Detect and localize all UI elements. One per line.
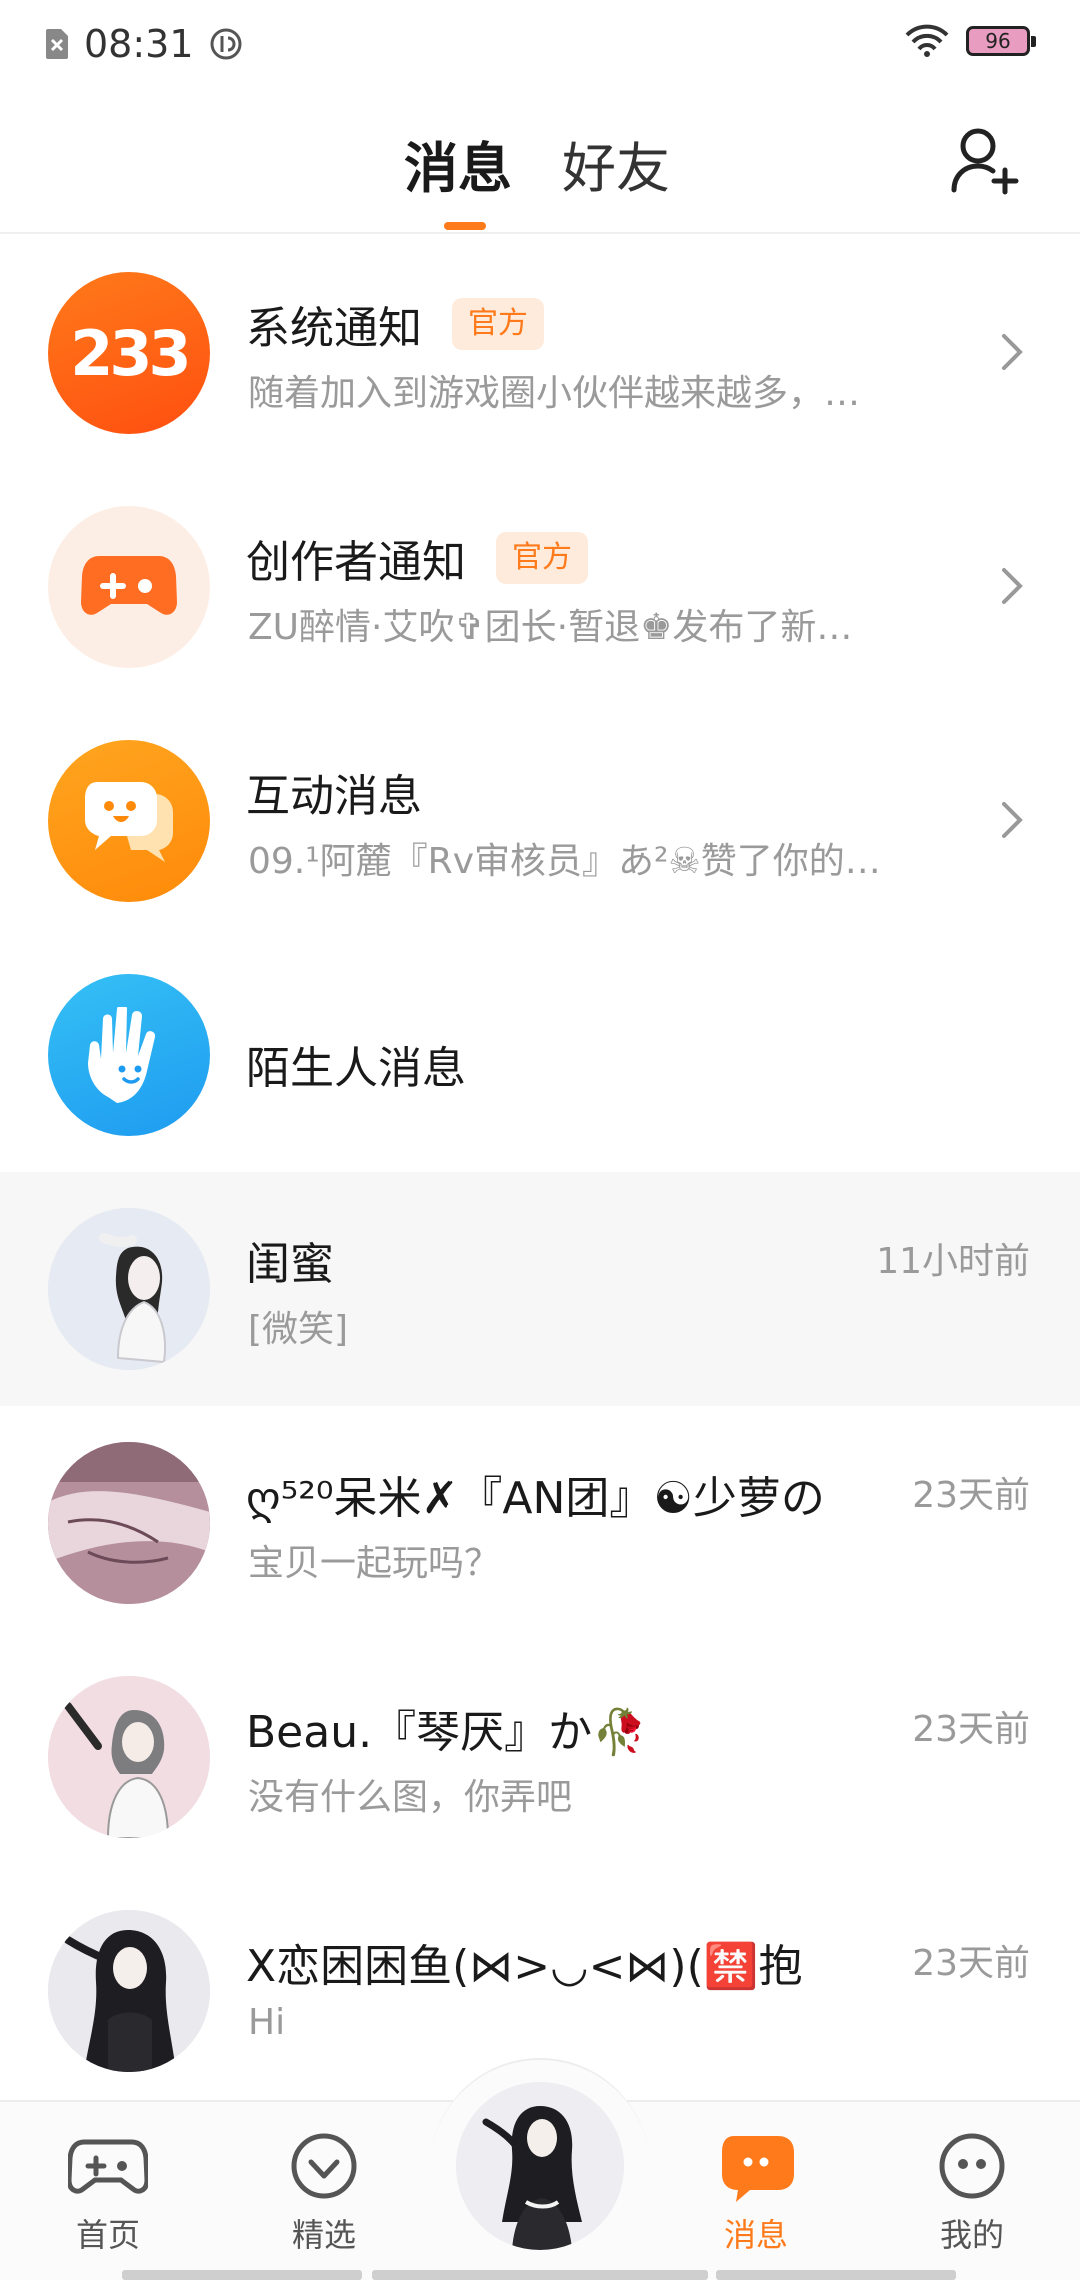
- contact-name: ღ⁵²⁰呆米✗『AN团』☯少萝の: [246, 1473, 825, 1524]
- message-preview: 没有什么图，你弄吧: [248, 1777, 573, 1818]
- message-preview: Hi: [248, 2002, 286, 2043]
- sim-off-icon: [46, 29, 68, 59]
- conversation-row[interactable]: 闺蜜 11小时前 [微笑]: [0, 1172, 1080, 1406]
- stranger-avatar: [48, 974, 210, 1136]
- row-title: 互动消息: [246, 771, 422, 822]
- creator-notice-avatar: [48, 506, 210, 668]
- data-saver-icon: [210, 28, 242, 60]
- official-badge: 官方: [496, 532, 588, 584]
- tab-friends[interactable]: 好友: [562, 124, 670, 203]
- official-badge: 官方: [452, 298, 544, 350]
- smiley-face-icon: [939, 2133, 1005, 2199]
- creator-notice-row[interactable]: 创作者通知 官方 ZU醉情·艾吹✞团长·暂退♚发布了新…: [0, 470, 1080, 704]
- nav-mine[interactable]: 我的: [902, 2132, 1042, 2256]
- contact-name: Beau.『琴厌』か🥀: [246, 1707, 647, 1758]
- message-preview: 宝贝一起玩吗？: [248, 1543, 501, 1584]
- conversation-row[interactable]: Beau.『琴厌』か🥀 23天前 没有什么图，你弄吧: [0, 1640, 1080, 1874]
- message-time: 23天前: [912, 1943, 1030, 1984]
- chevron-right-icon: [1002, 802, 1023, 838]
- battery-level: 96: [985, 29, 1011, 53]
- home-indicator: [716, 2270, 956, 2280]
- character-avatar-image: [48, 1442, 210, 1604]
- message-time: 11小时前: [876, 1241, 1030, 1282]
- status-bar: 08:31 96: [0, 0, 1080, 86]
- row-preview: 09.¹阿麓『Rv审核员』あ²☠赞了你的…: [248, 841, 881, 882]
- interaction-avatar: [48, 740, 210, 902]
- character-avatar-image: [48, 1208, 210, 1370]
- wifi-icon: [905, 24, 949, 57]
- row-preview: 随着加入到游戏圈小伙伴越来越多，…: [248, 373, 861, 414]
- status-time: 08:31: [84, 22, 194, 66]
- gamepad-icon: [81, 556, 177, 615]
- gamepad-icon: [68, 2139, 148, 2194]
- user-avatar: [48, 1208, 210, 1370]
- tab-indicator: [444, 222, 486, 230]
- nav-featured[interactable]: 精选: [254, 2132, 394, 2256]
- nav-label: 首页: [75, 2216, 140, 2254]
- avatar-logo-text: 233: [70, 316, 191, 390]
- row-title-wrap: 陌生人消息: [246, 1032, 466, 1096]
- row-title-wrap: 创作者通知 官方: [246, 526, 588, 590]
- center-avatar-button[interactable]: [456, 2082, 624, 2250]
- nav-messages[interactable]: 消息: [686, 2132, 826, 2256]
- stranger-messages-row[interactable]: 陌生人消息: [0, 938, 1080, 1172]
- message-bubble-icon: [722, 2136, 794, 2202]
- message-time: 23天前: [912, 1709, 1030, 1750]
- chat-smile-icon: [85, 782, 173, 862]
- row-title-wrap: 闺蜜: [246, 1228, 334, 1292]
- nav-label: 我的: [939, 2216, 1004, 2254]
- character-avatar-image: [48, 1676, 210, 1838]
- user-avatar: [48, 1442, 210, 1604]
- row-title: 陌生人消息: [246, 1043, 466, 1094]
- system-notice-avatar: 233: [48, 272, 210, 434]
- chevron-right-icon: [1002, 568, 1023, 604]
- add-user-icon[interactable]: [950, 124, 1020, 196]
- chevron-right-icon: [1002, 334, 1023, 370]
- row-title-wrap: X恋困困鱼(⋈>◡<⋈)(🈲抱: [246, 1930, 803, 1994]
- tab-messages[interactable]: 消息: [404, 124, 512, 203]
- home-indicator: [122, 2270, 362, 2280]
- character-avatar-image: [456, 2082, 624, 2250]
- battery-icon: 96: [966, 26, 1036, 56]
- row-title-wrap: 互动消息: [246, 760, 422, 824]
- interaction-messages-row[interactable]: 互动消息 09.¹阿麓『Rv审核员』あ²☠赞了你的…: [0, 704, 1080, 938]
- user-avatar: [48, 1910, 210, 2072]
- contact-name: X恋困困鱼(⋈>◡<⋈)(🈲抱: [246, 1941, 803, 1992]
- row-title: 创作者通知: [246, 537, 466, 588]
- nav-label: 精选: [291, 2216, 356, 2254]
- contact-name: 闺蜜: [246, 1239, 334, 1290]
- nav-home[interactable]: 首页: [38, 2132, 178, 2256]
- home-indicator: [372, 2270, 708, 2280]
- row-preview: ZU醉情·艾吹✞团长·暂退♚发布了新…: [248, 607, 853, 648]
- nav-label: 消息: [723, 2216, 788, 2254]
- row-title-wrap: ღ⁵²⁰呆米✗『AN团』☯少萝の: [246, 1462, 825, 1526]
- message-preview: [微笑]: [248, 1309, 349, 1350]
- row-title-wrap: 系统通知 官方: [246, 292, 544, 356]
- row-title-wrap: Beau.『琴厌』か🥀: [246, 1696, 647, 1760]
- heart-badge-icon: [291, 2133, 357, 2199]
- message-list: 233 系统通知 官方 随着加入到游戏圈小伙伴越来越多，… 创作者通知 官方 Z…: [0, 236, 1080, 2108]
- character-avatar-image: [48, 1910, 210, 2072]
- user-avatar: [48, 1676, 210, 1838]
- message-time: 23天前: [912, 1475, 1030, 1516]
- row-title: 系统通知: [246, 303, 422, 354]
- header: 消息 好友: [0, 86, 1080, 234]
- waving-hand-icon: [88, 1007, 156, 1103]
- conversation-row[interactable]: ღ⁵²⁰呆米✗『AN团』☯少萝の 23天前 宝贝一起玩吗？: [0, 1406, 1080, 1640]
- system-notice-row[interactable]: 233 系统通知 官方 随着加入到游戏圈小伙伴越来越多，…: [0, 236, 1080, 470]
